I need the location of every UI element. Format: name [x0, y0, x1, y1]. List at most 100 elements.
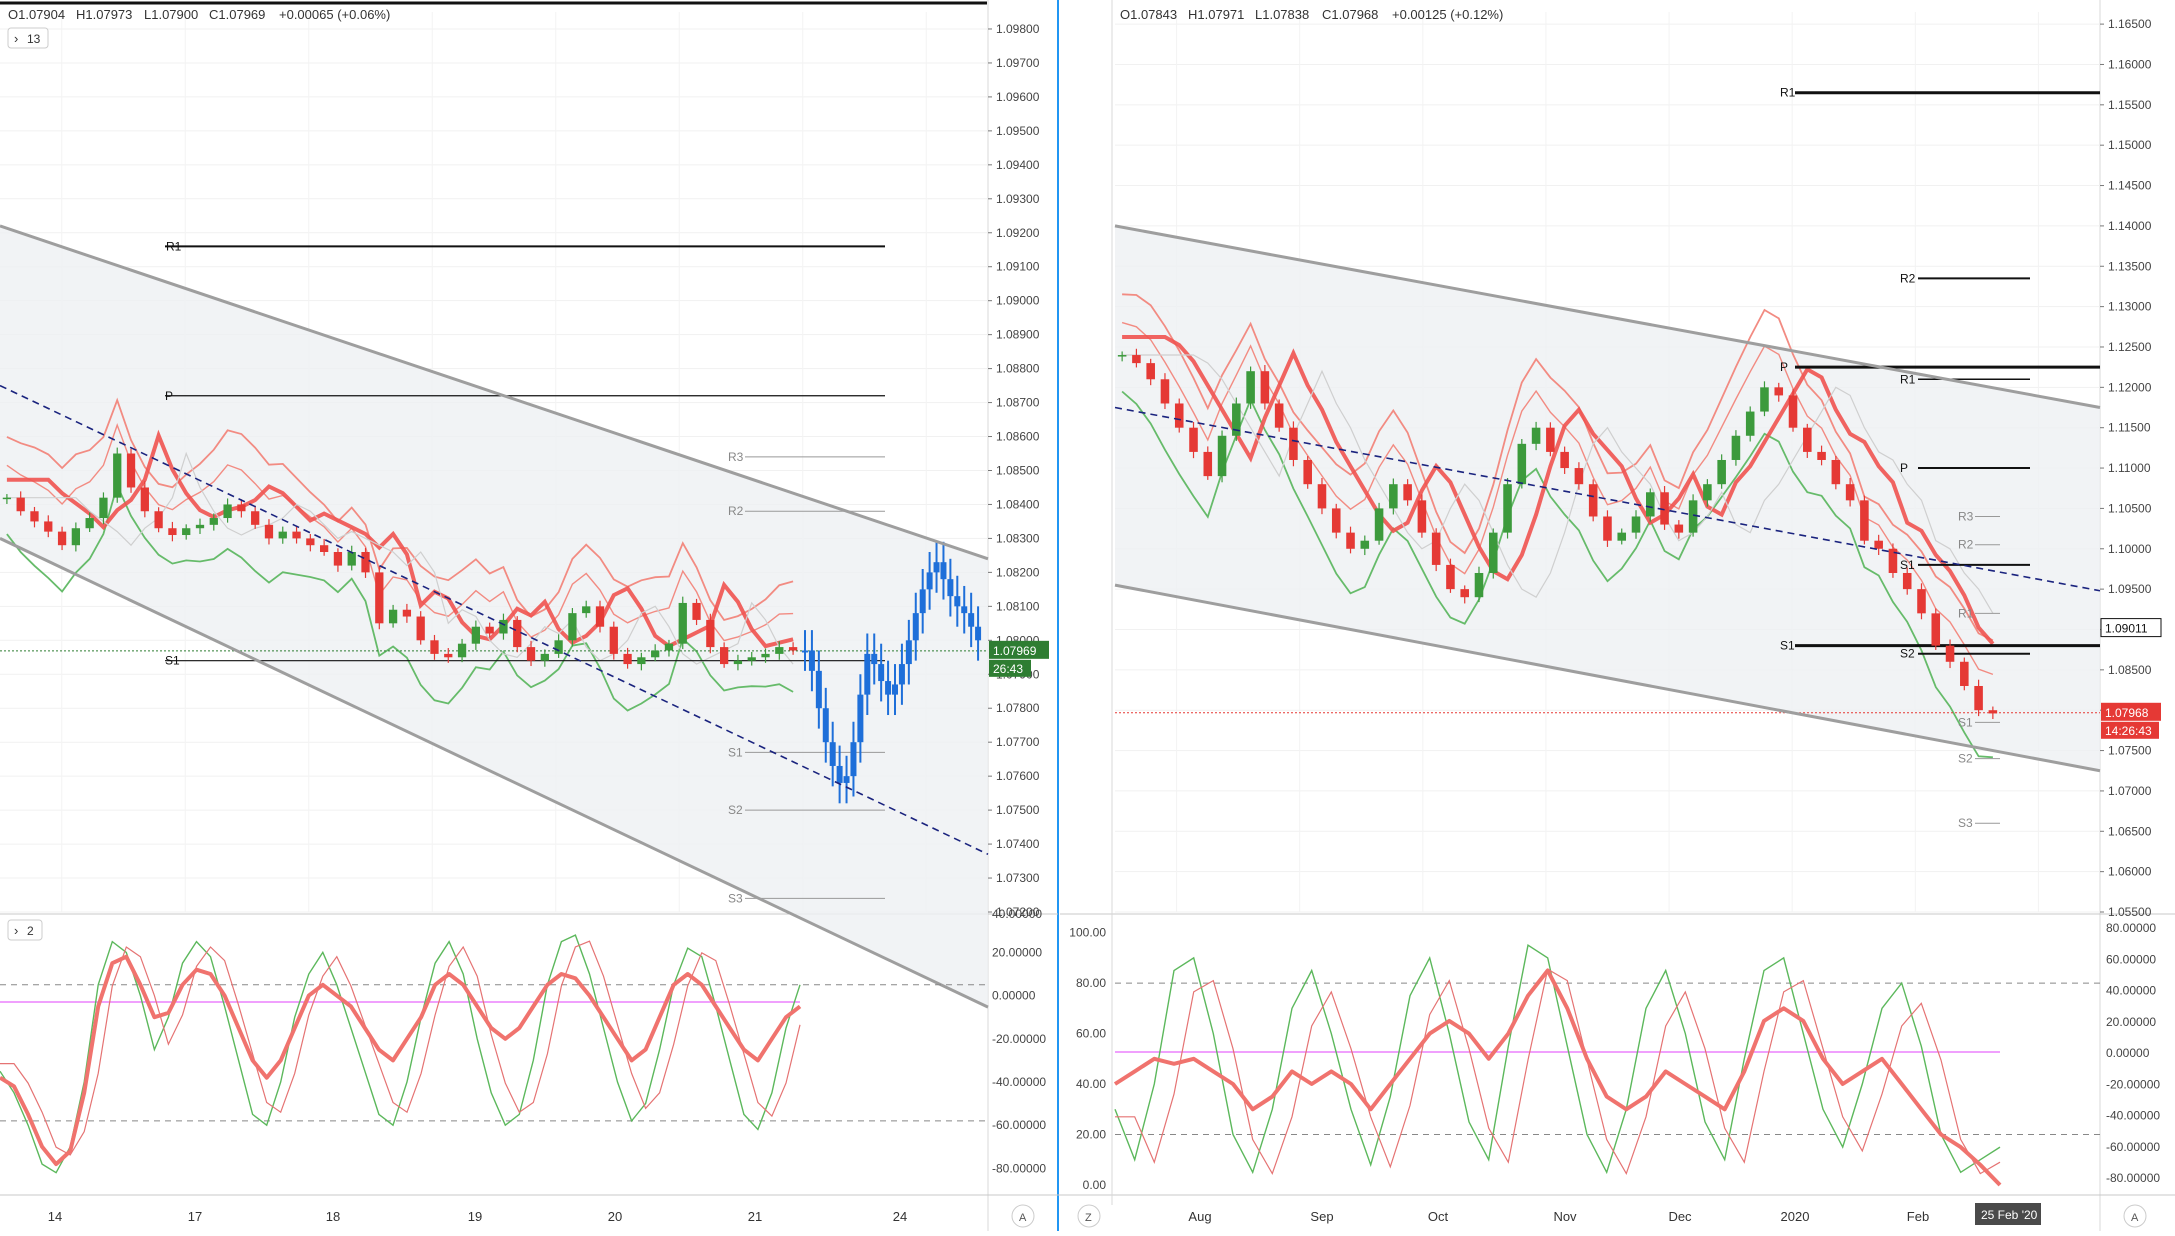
price-tick-label: 1.12000 [2108, 380, 2152, 394]
pivot-label-r3: R3 [728, 450, 744, 464]
price-tick-label: 1.06500 [2108, 824, 2152, 838]
right-date-marker-label: 25 Feb '20 [1981, 1208, 2038, 1222]
candle-body [1945, 645, 1955, 662]
candle-body [1917, 589, 1926, 614]
candle-body [1788, 395, 1798, 428]
projection-body [878, 664, 885, 682]
candle-body [44, 521, 53, 532]
candle-body [1902, 572, 1912, 590]
left-auto-label: A [1019, 1212, 1027, 1224]
candle-body [595, 606, 605, 627]
candle-body [1488, 532, 1498, 573]
candle-body [1189, 427, 1198, 452]
pivot-label-s2: S2 [1900, 647, 1915, 661]
candle-body [1688, 500, 1698, 533]
chart-workspace: R1 P S1 R3 R2 S1 S2 S3 1.09800 1.09700 1.09600 1.0… [0, 0, 2175, 1231]
candle-body [1874, 540, 1883, 549]
osc-right-axis-label: 0.00000 [2106, 1046, 2150, 1060]
candle-body [416, 616, 425, 641]
candle-body [1731, 435, 1741, 460]
left-osc-count: 2 [27, 924, 34, 938]
left-indicators-count: 13 [27, 32, 41, 46]
projection-body [947, 579, 954, 597]
candle-body [1289, 427, 1298, 460]
price-tick-label: 1.13000 [2108, 300, 2152, 314]
candle-body [278, 531, 287, 539]
candle-body [1703, 484, 1712, 501]
projection-body [961, 606, 968, 614]
candle-body [292, 531, 301, 539]
price-tick-label: 1.09200 [996, 226, 1040, 240]
candle-body [57, 531, 67, 546]
time-label: 20 [608, 1209, 622, 1224]
candle-body [140, 487, 149, 512]
right-ohlc-open: O1.07843 [1120, 7, 1177, 22]
price-tick-label: 1.09500 [996, 124, 1040, 138]
osc-left-axis-label: 100.00 [1069, 926, 1106, 940]
candle-body [1503, 484, 1512, 533]
candle-body [320, 545, 329, 552]
osc-axis-label: -40.00000 [992, 1075, 1046, 1089]
candle-body [402, 609, 412, 617]
osc-axis-label: -20.00000 [992, 1032, 1046, 1046]
right-date-marker: 25 Feb '20 [1975, 1203, 2041, 1225]
countdown-value: 14:26:43 [2105, 724, 2152, 738]
candle-body [1817, 451, 1826, 460]
projection-body [912, 613, 919, 641]
candle-body [1431, 532, 1441, 565]
pivot-label-s1: S1 [165, 654, 180, 668]
right-zoom-button[interactable]: Z [1077, 1204, 1101, 1228]
candle-body [1389, 484, 1398, 509]
price-tick-label: 1.08200 [996, 565, 1040, 579]
candle-body [1860, 500, 1869, 541]
projection-body [829, 742, 836, 766]
pivot-label-s2: S2 [728, 803, 743, 817]
pivot-label-r2b: R2 [1958, 538, 1974, 552]
left-ohlc-high: H1.07973 [76, 7, 132, 22]
osc-left-axis-label: 20.00 [1076, 1127, 1106, 1141]
candle-body [1317, 484, 1327, 509]
osc-right-axis-label: -60.00000 [2106, 1140, 2160, 1154]
candle-body [251, 511, 260, 525]
candle-body [1203, 451, 1213, 477]
left-osc-toggle[interactable]: › 2 [7, 919, 43, 941]
price-tick-label: 1.06000 [2108, 865, 2152, 879]
pivot-label-r1c: R1 [1958, 606, 1974, 620]
projection-body [822, 708, 829, 743]
candle-body [678, 602, 687, 644]
candle-body [499, 619, 508, 634]
projection-body [919, 589, 926, 614]
candle-body [637, 657, 646, 665]
projection-body [898, 664, 905, 685]
left-auto-scale-button[interactable]: A [1011, 1204, 1035, 1228]
candle-body [1845, 484, 1855, 501]
osc-left-axis-label: 60.00 [1076, 1027, 1106, 1041]
price-tick-label: 1.16500 [2108, 17, 2152, 31]
time-label: Feb [1907, 1209, 1929, 1224]
pivot-label-s1b: S1 [1780, 639, 1795, 653]
price-tick-label: 1.08300 [996, 531, 1040, 545]
projection-body [905, 640, 912, 665]
candle-body [99, 497, 108, 519]
price-tick-label: 1.08600 [996, 430, 1040, 444]
candle-body [1960, 661, 1969, 686]
time-label: Sep [1310, 1209, 1333, 1224]
price-tick-label: 1.07600 [996, 769, 1040, 783]
pivot-label-p: P [1780, 360, 1788, 374]
pivot-label-s2b: S2 [1958, 752, 1973, 766]
candle-body [1931, 613, 1941, 646]
candle-body [1831, 459, 1841, 485]
right-auto-scale-button[interactable]: A [2123, 1204, 2147, 1228]
candle-body [1246, 371, 1255, 404]
pivot-label-s3: S3 [1958, 816, 1973, 830]
candle-body [1774, 387, 1784, 396]
candle-body [582, 606, 591, 614]
left-indicators-toggle[interactable]: › 13 [7, 27, 49, 49]
osc-right-axis-label: 40.00000 [2106, 984, 2156, 998]
time-label: 21 [748, 1209, 762, 1224]
osc-right-axis-label: -80.00000 [2106, 1171, 2160, 1185]
candle-body [30, 511, 39, 522]
price-tick-label: 1.13500 [2108, 259, 2152, 273]
right-ohlc-close: C1.07968 [1322, 7, 1378, 22]
candle-body [1274, 403, 1284, 428]
